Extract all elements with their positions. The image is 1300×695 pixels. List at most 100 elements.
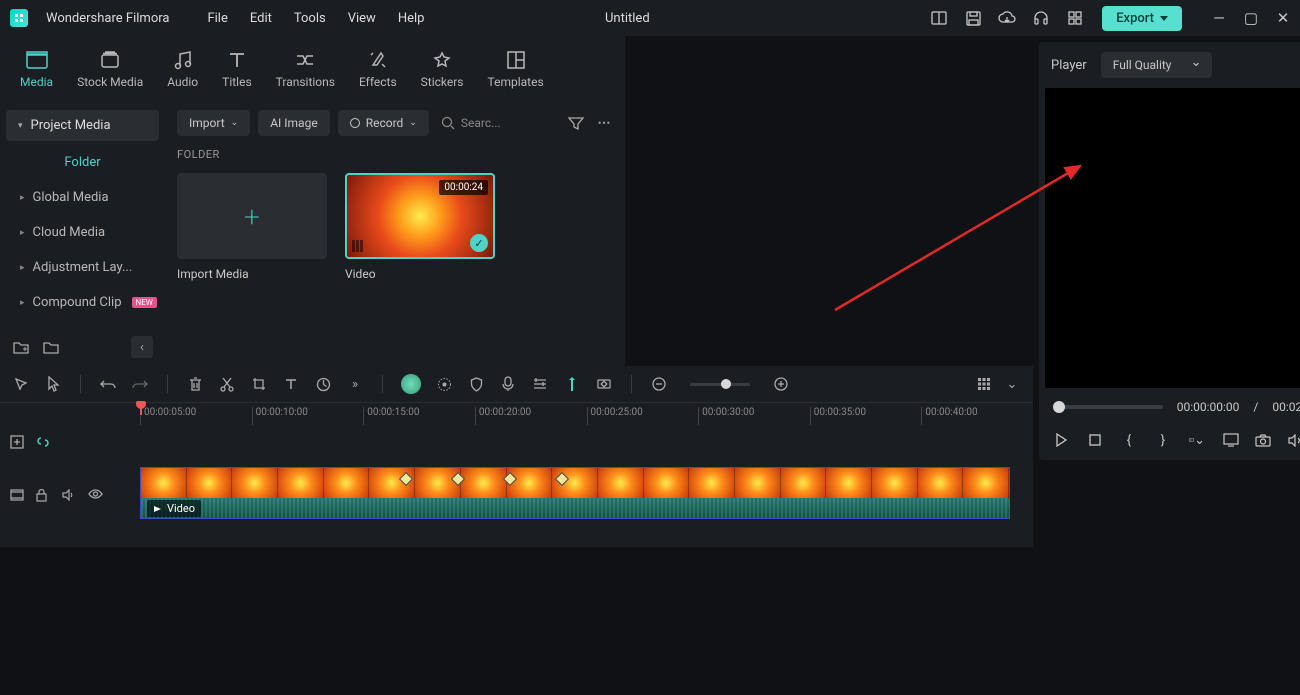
import-media-tile[interactable]: + Import Media	[177, 173, 327, 281]
clip-duration-badge: 00:00:24	[439, 180, 488, 195]
menu-file[interactable]: File	[207, 11, 227, 26]
app-name: Wondershare Filmora	[46, 11, 169, 26]
display-icon[interactable]	[1223, 432, 1239, 448]
folder-label[interactable]: Folder	[6, 141, 159, 180]
zoom-in-icon[interactable]	[772, 375, 790, 393]
volume-icon[interactable]	[1287, 432, 1300, 448]
module-tabs: Media Stock Media Audio Titles Transitio…	[0, 36, 625, 102]
tab-titles[interactable]: Titles	[222, 49, 251, 89]
search-input[interactable]: Searc...	[441, 116, 501, 130]
tab-effects[interactable]: Effects	[359, 49, 397, 89]
project-media-header[interactable]: Project Media	[6, 110, 159, 141]
sidebar-global-media[interactable]: Global Media	[6, 180, 159, 215]
close-button[interactable]: ✕	[1276, 11, 1290, 25]
timeline: » ⌄ 00:00:05:0000:00:10:0000:00:15:0000:…	[0, 366, 1033, 547]
timecode-current: 00:00:00:00	[1177, 400, 1240, 414]
new-folder-icon[interactable]	[12, 338, 30, 356]
new-badge: NEW	[132, 297, 157, 308]
add-icon: +	[177, 173, 327, 259]
lock-icon[interactable]	[36, 489, 50, 503]
player-canvas[interactable]	[1045, 88, 1300, 388]
sidebar-compound-clip[interactable]: Compound ClipNEW	[6, 285, 159, 320]
timeline-track[interactable]: Video	[140, 427, 1033, 547]
export-button[interactable]: Export	[1102, 6, 1182, 31]
layout-icon[interactable]	[930, 9, 948, 27]
folder-section-header: FOLDER	[177, 148, 613, 161]
player-panel: Player Full Quality 00:00:00:00 / 00:02:…	[1039, 42, 1300, 460]
zoom-slider[interactable]	[690, 383, 750, 386]
sidebar-cloud-media[interactable]: Cloud Media	[6, 215, 159, 250]
player-label: Player	[1051, 58, 1087, 73]
play-icon[interactable]	[1053, 432, 1069, 448]
titlebar: Wondershare Filmora File Edit Tools View…	[0, 0, 1300, 36]
more-tools-icon[interactable]: »	[346, 375, 364, 393]
video-track-icon[interactable]	[10, 489, 24, 503]
mute-icon[interactable]	[62, 489, 76, 503]
mark-out-icon[interactable]: }	[1155, 432, 1171, 448]
save-icon[interactable]	[964, 9, 982, 27]
sidebar-adjustment-layer[interactable]: Adjustment Lay...	[6, 250, 159, 285]
track-headers	[0, 427, 140, 547]
timecode-sep: /	[1253, 400, 1258, 414]
speed-icon[interactable]	[314, 375, 332, 393]
tracks-icon[interactable]	[531, 375, 549, 393]
tab-templates[interactable]: Templates	[488, 49, 544, 89]
marker-icon[interactable]	[563, 375, 581, 393]
view-options-icon[interactable]: ⌄	[1003, 375, 1021, 393]
tab-stock-media[interactable]: Stock Media	[77, 49, 143, 89]
mark-in-icon[interactable]: {	[1121, 432, 1137, 448]
minimize-button[interactable]: —	[1212, 11, 1226, 25]
media-clip-video[interactable]: 00:00:24 ✓ Video	[345, 173, 495, 281]
media-sidebar: Project Media Folder Global Media Cloud …	[0, 102, 165, 328]
menu-edit[interactable]: Edit	[250, 11, 272, 26]
quality-select[interactable]: Full Quality	[1101, 52, 1212, 78]
select-tool-icon[interactable]	[12, 375, 30, 393]
timeline-ruler[interactable]: 00:00:05:0000:00:10:0000:00:15:0000:00:2…	[0, 403, 1033, 427]
link-icon[interactable]	[36, 435, 50, 449]
enhance-icon[interactable]	[435, 375, 453, 393]
camera-icon[interactable]	[1255, 432, 1271, 448]
tab-transitions[interactable]: Transitions	[276, 49, 335, 89]
collapse-sidebar-button[interactable]: ‹	[131, 336, 153, 358]
apps-icon[interactable]	[1066, 9, 1084, 27]
check-icon: ✓	[470, 234, 488, 252]
filter-icon[interactable]	[567, 114, 585, 132]
text-icon[interactable]	[282, 375, 300, 393]
shield-icon[interactable]	[467, 375, 485, 393]
audio-waveform	[141, 498, 1009, 518]
cloud-icon[interactable]	[998, 9, 1016, 27]
timeline-clip[interactable]: Video	[140, 467, 1010, 519]
mic-icon[interactable]	[499, 375, 517, 393]
import-button[interactable]: Import⌄	[177, 110, 250, 136]
undo-icon[interactable]	[99, 375, 117, 393]
menu-tools[interactable]: Tools	[294, 11, 326, 26]
tab-stickers[interactable]: Stickers	[421, 49, 464, 89]
tab-audio[interactable]: Audio	[167, 49, 198, 89]
record-button[interactable]: Record⌄	[338, 110, 429, 136]
ai-image-button[interactable]: AI Image	[258, 110, 329, 136]
new-bin-icon[interactable]	[42, 338, 60, 356]
view-grid-icon[interactable]	[975, 375, 993, 393]
tab-media[interactable]: Media	[20, 49, 53, 89]
more-icon[interactable]: ⋯	[595, 114, 613, 132]
split-icon[interactable]	[218, 375, 236, 393]
visible-icon[interactable]	[88, 489, 102, 503]
aspect-icon[interactable]: ⌄	[1189, 432, 1205, 448]
keyframe-icon[interactable]	[595, 375, 613, 393]
delete-icon[interactable]	[186, 375, 204, 393]
film-icon	[352, 240, 363, 252]
ai-button[interactable]	[401, 374, 421, 394]
crop-icon[interactable]	[250, 375, 268, 393]
playhead[interactable]	[140, 403, 142, 415]
pointer-icon[interactable]	[44, 375, 62, 393]
stop-icon[interactable]	[1087, 432, 1103, 448]
window-controls: — ▢ ✕	[1212, 11, 1290, 25]
zoom-out-icon[interactable]	[650, 375, 668, 393]
add-track-icon[interactable]	[10, 435, 24, 449]
redo-icon[interactable]	[131, 375, 149, 393]
headphones-icon[interactable]	[1032, 9, 1050, 27]
clip-thumbnail: 00:00:24 ✓	[345, 173, 495, 259]
maximize-button[interactable]: ▢	[1244, 11, 1258, 25]
scrub-bar[interactable]	[1053, 405, 1163, 409]
titlebar-actions	[930, 9, 1084, 27]
